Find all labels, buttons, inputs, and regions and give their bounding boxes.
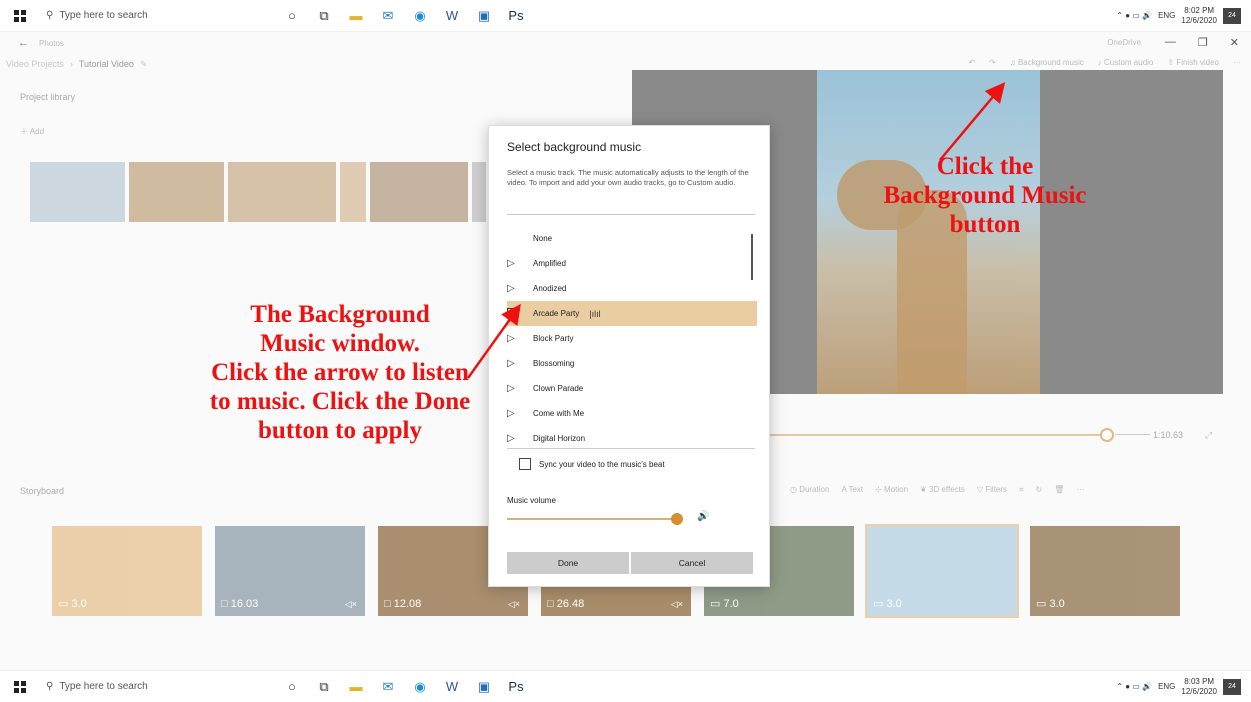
clock[interactable]: 8:03 PM 12/6/2020	[1181, 677, 1217, 697]
photos-icon[interactable]: ▣	[475, 678, 493, 696]
edge-icon[interactable]: ◉	[411, 678, 429, 696]
file-explorer-icon[interactable]: ▬	[347, 678, 365, 696]
tray-icons[interactable]: ⌃ ● ▭ 🔊	[1116, 682, 1152, 691]
search-placeholder: Type here to search	[59, 681, 148, 692]
arrow-to-track	[466, 303, 521, 379]
photoshop-icon[interactable]: Ps	[507, 678, 525, 696]
cortana-icon[interactable]: ○	[283, 678, 301, 696]
taskbar-search[interactable]: ⚲ Type here to search	[40, 675, 255, 699]
language-indicator[interactable]: ENG	[1158, 682, 1175, 691]
start-button[interactable]	[0, 680, 40, 693]
windows-icon	[14, 680, 26, 693]
annotation-arrows	[466, 82, 1006, 379]
clock-time: 8:03 PM	[1184, 676, 1215, 686]
task-view-icon[interactable]: ⧉	[315, 678, 333, 696]
arrow-to-background-music	[939, 82, 1006, 161]
search-icon: ⚲	[46, 681, 54, 692]
clock-date: 12/6/2020	[1181, 686, 1217, 696]
mail-icon[interactable]: ✉	[379, 678, 397, 696]
taskbar-bottom: ⚲ Type here to search ○ ⧉ ▬ ✉ ◉ W ▣ Ps ⌃…	[0, 670, 1251, 702]
notification-badge[interactable]: 24	[1223, 678, 1241, 695]
word-icon[interactable]: W	[443, 678, 461, 696]
